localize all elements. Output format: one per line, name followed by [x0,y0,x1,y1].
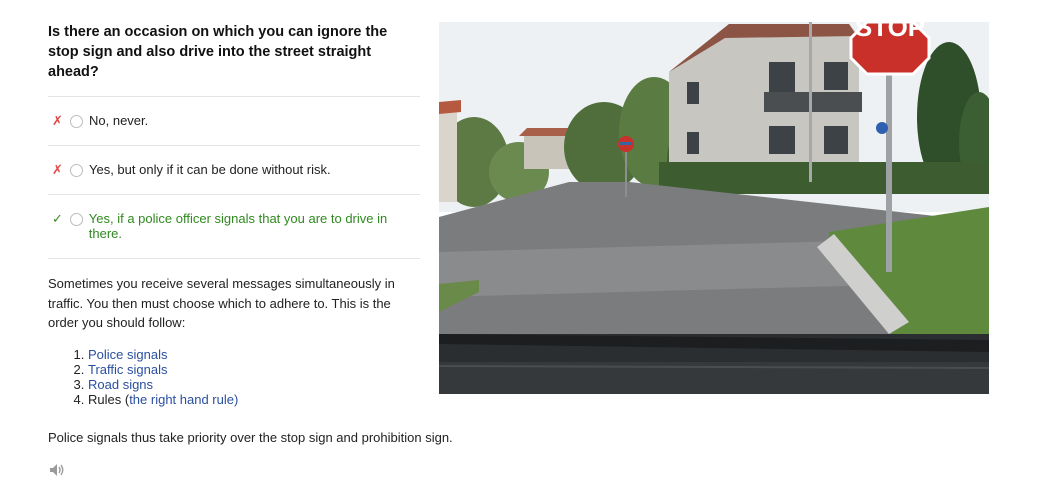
stop-sign-text: STOP [855,22,925,42]
explanation: Sometimes you receive several messages s… [48,274,420,407]
priority-list: Police signals Traffic signals Road sign… [48,347,420,407]
stop-sign: STOP [849,22,931,76]
road-signs-link[interactable]: Road signs [88,377,153,392]
list-item: Police signals [88,347,420,362]
wrong-mark-icon: ✗ [52,162,63,177]
right-hand-rule-link[interactable]: the right hand rule [129,392,234,407]
wrong-mark-icon: ✗ [52,113,63,128]
answer-option-2[interactable]: ✗ Yes, but only if it can be done withou… [48,146,420,195]
check-mark-icon: ✓ [52,211,63,226]
answer-list: ✗ No, never. ✗ Yes, but only if it can b… [48,96,420,259]
answer-option-1[interactable]: ✗ No, never. [48,97,420,146]
traffic-signals-link[interactable]: Traffic signals [88,362,167,377]
radio-button[interactable] [69,213,83,226]
rules-suffix: ) [233,391,239,407]
explanation-conclusion: Police signals thus take priority over t… [48,430,453,445]
police-signals-link[interactable]: Police signals [88,347,168,362]
rules-prefix: Rules ( [88,391,130,407]
list-item: Traffic signals [88,362,420,377]
question-text: Is there an occasion on which you can ig… [48,24,388,80]
list-item: Road signs [88,377,420,392]
intersection-photo: STOP [439,22,989,394]
question-panel: Is there an occasion on which you can ig… [48,22,420,407]
radio-button[interactable] [70,164,83,177]
answer-text: Yes, if a police officer signals that yo… [88,211,388,241]
explanation-intro: Sometimes you receive several messages s… [48,276,395,330]
answer-option-3[interactable]: ✓ Yes, if a police officer signals that … [48,195,420,259]
radio-button[interactable] [70,115,83,128]
list-item: Rules (the right hand rule) [88,392,420,407]
answer-text: Yes, but only if it can be done without … [89,162,331,177]
speaker-icon[interactable] [48,462,66,478]
answer-text: No, never. [89,113,149,128]
